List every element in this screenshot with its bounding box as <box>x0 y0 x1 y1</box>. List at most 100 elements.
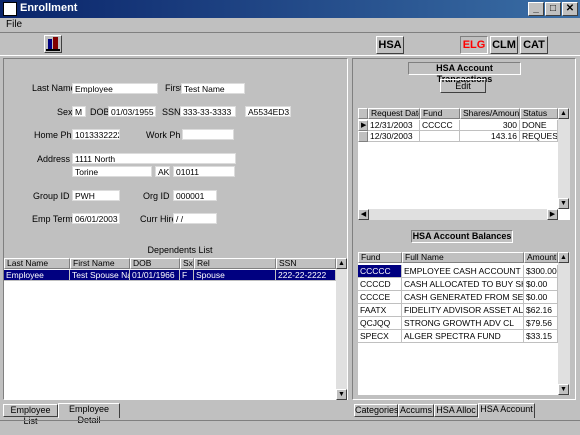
address-label: Address <box>37 154 71 164</box>
dep-col-dob[interactable]: DOB <box>130 258 180 269</box>
table-row[interactable]: Employee Test Spouse Na 01/01/1966 F Spo… <box>4 270 336 281</box>
tx-col-shares-amount[interactable]: Shares/Amount <box>460 108 520 119</box>
dep-col-sex[interactable]: Sx <box>180 258 194 269</box>
hsa-button[interactable]: HSA <box>376 36 404 54</box>
scroll-left-arrow-icon[interactable]: ◀ <box>358 209 369 220</box>
tx-col-request-date[interactable]: Request Date <box>368 108 420 119</box>
scroll-right-arrow-icon[interactable]: ▶ <box>547 209 558 220</box>
ssn-label: SSN <box>162 107 181 117</box>
tx-col-status[interactable]: Status <box>520 108 558 119</box>
zip-field[interactable]: 01011 <box>173 166 235 177</box>
bal-cell: $79.56 <box>524 317 558 330</box>
group-id-field[interactable]: PWH <box>72 190 120 201</box>
tab-accums[interactable]: Accums <box>398 404 434 417</box>
dependents-vscrollbar[interactable]: ▲ ▼ <box>336 258 347 400</box>
bal-col-full-name[interactable]: Full Name <box>402 252 524 263</box>
dob-field[interactable]: 01/03/1955 <box>108 106 156 117</box>
table-row[interactable]: SPECX ALGER SPECTRA FUND $33.15 <box>358 330 558 343</box>
work-phone-field[interactable] <box>182 129 234 140</box>
app-icon[interactable] <box>3 2 17 16</box>
scroll-up-arrow-icon[interactable]: ▲ <box>558 252 569 263</box>
elg-button[interactable]: ELG <box>460 36 488 54</box>
dep-cell: Test Spouse Na <box>70 270 130 281</box>
dep-cell: Employee <box>4 270 70 281</box>
cat-button[interactable]: CAT <box>520 36 548 54</box>
last-name-label: Last Name <box>32 83 76 93</box>
bal-cell: CCCCD <box>358 278 402 291</box>
first-name-label: First <box>165 83 183 93</box>
transactions-hscrollbar[interactable]: ◀ ▶ <box>358 209 558 220</box>
bal-cell: $33.15 <box>524 330 558 343</box>
dep-col-ssn[interactable]: SSN <box>276 258 336 269</box>
clm-button[interactable]: CLM <box>490 36 518 54</box>
ssn-field[interactable]: 333-33-3333 <box>180 106 236 117</box>
hsa-transactions-grid: Request Date Fund Shares/Amount Status ▶… <box>358 108 570 220</box>
first-name-field[interactable]: Test Name <box>181 83 245 94</box>
tx-cell: DONE <box>520 120 558 131</box>
scroll-down-arrow-icon[interactable]: ▼ <box>558 198 569 209</box>
table-row[interactable]: QCJQQ STRONG GROWTH ADV CL $79.56 <box>358 317 558 330</box>
edit-button[interactable]: Edit <box>440 79 486 93</box>
table-row[interactable]: CCCCD CASH ALLOCATED TO BUY SHA $0.00 <box>358 278 558 291</box>
table-row[interactable]: CCCCC EMPLOYEE CASH ACCOUNT $300.00 <box>358 265 558 278</box>
org-id-field[interactable]: 000001 <box>173 190 217 201</box>
menu-bar: File <box>0 18 580 32</box>
member-id-field[interactable]: A5534ED31 <box>245 106 291 117</box>
sex-label: Sex <box>57 107 73 117</box>
bal-cell: EMPLOYEE CASH ACCOUNT <box>402 265 524 278</box>
table-row[interactable]: ▶ 12/31/2003 CCCCC 300 DONE <box>358 120 558 131</box>
tx-cell: CCCCC <box>420 120 460 131</box>
emp-term-field[interactable]: 06/01/2003 <box>72 213 120 224</box>
dep-col-rel[interactable]: Rel <box>194 258 276 269</box>
status-bar <box>0 420 580 435</box>
bal-col-fund[interactable]: Fund <box>358 252 402 263</box>
curr-hire-field[interactable]: / / <box>173 213 217 224</box>
scroll-up-arrow-icon[interactable]: ▲ <box>558 108 569 119</box>
city-field[interactable]: Torine <box>72 166 152 177</box>
dep-cell: 222-22-2222 <box>276 270 336 281</box>
tx-cell <box>420 131 460 142</box>
tab-employee-detail[interactable]: Employee Detail <box>58 403 120 425</box>
tx-cell: 143.16 <box>460 131 520 142</box>
org-id-label: Org ID <box>143 191 170 201</box>
sex-field[interactable]: M <box>72 106 86 117</box>
state-field[interactable]: AK <box>155 166 170 177</box>
address-line1-field[interactable]: 1111 North <box>72 153 236 164</box>
dependents-list-title: Dependents List <box>147 245 213 255</box>
close-button[interactable]: ✕ <box>562 2 578 16</box>
dep-col-last-name[interactable]: Last Name <box>4 258 70 269</box>
maximize-button[interactable]: □ <box>545 2 561 16</box>
minimize-button[interactable]: _ <box>528 2 544 16</box>
bal-cell: $0.00 <box>524 278 558 291</box>
tx-cell: 12/31/2003 <box>368 120 420 131</box>
scroll-down-arrow-icon[interactable]: ▼ <box>336 389 347 400</box>
menu-file[interactable]: File <box>6 19 22 30</box>
tab-categories[interactable]: Categories <box>354 404 399 417</box>
tx-col-fund[interactable]: Fund <box>420 108 460 119</box>
dep-cell: Spouse <box>194 270 276 281</box>
emp-term-label: Emp Term <box>32 214 73 224</box>
home-phone-field[interactable]: 1013332222 <box>72 129 120 140</box>
dob-label: DOB <box>90 107 110 117</box>
balances-vscrollbar[interactable]: ▲ ▼ <box>558 252 570 395</box>
dep-col-first-name[interactable]: First Name <box>70 258 130 269</box>
scroll-up-arrow-icon[interactable]: ▲ <box>336 258 347 269</box>
tab-hsa-account[interactable]: HSA Account <box>478 403 535 418</box>
bal-col-amount[interactable]: Amount <box>524 252 558 263</box>
bal-cell: QCJQQ <box>358 317 402 330</box>
title-bar[interactable]: Enrollment _ □ ✕ <box>0 0 580 18</box>
tx-cell: 300 <box>460 120 520 131</box>
home-phone-label: Home Ph <box>34 130 72 140</box>
scroll-down-arrow-icon[interactable]: ▼ <box>558 384 569 395</box>
bal-cell: $0.00 <box>524 291 558 304</box>
tab-employee-list[interactable]: Employee List <box>3 404 58 426</box>
table-row[interactable]: FAATX FIDELITY ADVISOR ASSET ALLO $62.16 <box>358 304 558 317</box>
table-row[interactable]: 12/30/2003 143.16 REQUES <box>358 131 558 142</box>
dep-cell: F <box>180 270 194 281</box>
building-icon[interactable] <box>44 35 62 53</box>
curr-hire-label: Curr Hire <box>140 214 177 224</box>
tab-hsa-alloc[interactable]: HSA Alloc <box>434 404 478 417</box>
last-name-field[interactable]: Employee <box>72 83 158 94</box>
transactions-vscrollbar[interactable]: ▲ ▼ <box>558 108 570 209</box>
table-row[interactable]: CCCCE CASH GENERATED FROM SELL $0.00 <box>358 291 558 304</box>
